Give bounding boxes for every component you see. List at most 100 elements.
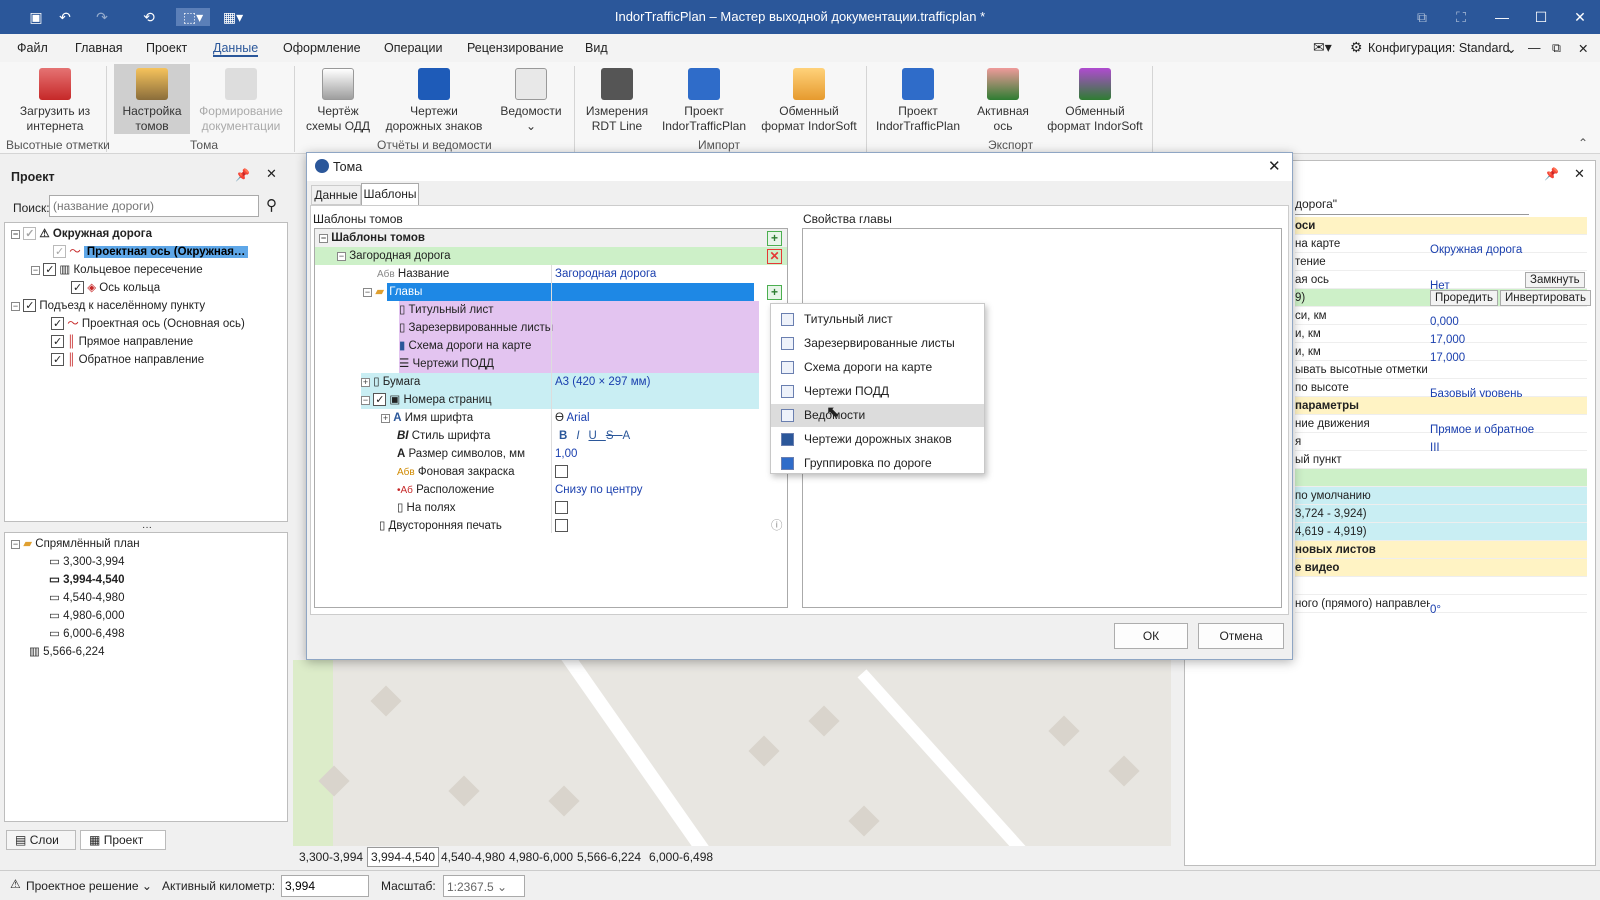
menu-item-group-by-road[interactable]: Группировка по дороге xyxy=(771,452,984,475)
tree-item-forward[interactable]: ║ Прямое направление xyxy=(51,333,281,351)
menu-item-title-page[interactable]: Титульный лист xyxy=(771,308,984,331)
statements-button[interactable]: Ведомости ⌄ xyxy=(492,64,570,134)
doc-minimize-icon[interactable]: — xyxy=(1528,41,1541,55)
menu-data[interactable]: Данные xyxy=(213,41,259,57)
property-row[interactable]: новых листов xyxy=(1295,541,1587,559)
close-icon[interactable]: ✕ xyxy=(1571,8,1589,26)
menu-view[interactable]: Вид xyxy=(585,41,608,55)
load-from-internet-button[interactable]: Загрузить из интернета xyxy=(14,64,96,134)
page-numbers-row[interactable]: − ▣ Номера страниц xyxy=(361,391,759,409)
property-row[interactable]: тение xyxy=(1295,253,1587,271)
chapter-item[interactable]: ☰ Чертежи ПОДД xyxy=(399,355,759,373)
tree-item-ring-axis[interactable]: ◈ Ось кольца xyxy=(71,279,281,297)
ok-button[interactable]: ОК xyxy=(1114,623,1188,649)
pin-icon[interactable]: 📌 xyxy=(235,168,250,182)
property-row[interactable]: 3,724 - 3,924) xyxy=(1295,505,1587,523)
import-project-button[interactable]: Проект IndorTrafficPlan xyxy=(658,64,750,134)
property-row[interactable]: ая ось Нет Замкнуть xyxy=(1295,271,1587,292)
property-row[interactable]: по умолчанию xyxy=(1295,487,1587,505)
font-name-value[interactable]: Ɵ Arial xyxy=(555,409,590,427)
map-view[interactable] xyxy=(293,660,1171,846)
create-documentation-button[interactable]: Формирование документации xyxy=(196,64,286,134)
font-size-value[interactable]: 1,00 xyxy=(555,445,577,463)
menu-item-podd-drawings[interactable]: Чертежи ПОДД xyxy=(771,380,984,403)
binoculars-icon[interactable]: ⚲ xyxy=(266,196,277,214)
property-row[interactable]: параметры xyxy=(1295,397,1587,415)
font-name-row[interactable]: + A Имя шрифта xyxy=(381,409,473,427)
menu-item-statements[interactable]: Ведомости xyxy=(771,404,984,427)
tab-data[interactable]: Данные xyxy=(311,185,361,205)
menu-item-reserved-sheets[interactable]: Зарезервированные листы xyxy=(771,332,984,355)
margins-checkbox[interactable] xyxy=(555,499,568,517)
chapter-item[interactable]: ▮ Схема дороги на карте xyxy=(399,337,759,355)
paper-value[interactable]: А3 (420 × 297 мм) xyxy=(555,373,650,391)
close-icon[interactable]: ✕ xyxy=(1574,166,1585,182)
tree-item-roundabout[interactable]: − ▥ Кольцевое пересечение xyxy=(31,261,281,279)
chapter-item[interactable]: ▯ Зарезервированные листы xyxy=(399,319,759,337)
font-style-buttons[interactable]: BIUSA xyxy=(559,427,639,445)
property-row[interactable]: си, км 0,000 xyxy=(1295,307,1587,328)
gear-icon[interactable]: ⚙ xyxy=(1350,39,1363,56)
property-row[interactable]: и, км 17,000 xyxy=(1295,343,1587,364)
property-row[interactable]: 4,619 - 4,919) xyxy=(1295,523,1587,541)
map-tab[interactable]: 4,980-6,000 xyxy=(509,850,573,864)
search-input[interactable] xyxy=(49,195,259,217)
active-km-input[interactable] xyxy=(281,875,369,897)
plan-item[interactable]: ▭ 3,994-4,540 xyxy=(49,571,124,589)
cancel-button[interactable]: Отмена xyxy=(1198,623,1284,649)
tree-road-template[interactable]: − Загородная дорога xyxy=(315,247,787,265)
property-row[interactable]: ние движения Прямое и обратное xyxy=(1295,415,1587,436)
restore-icon[interactable]: ⧉ xyxy=(1413,8,1431,26)
doc-restore-icon[interactable]: ⧉ xyxy=(1552,41,1561,56)
property-row[interactable]: е видео xyxy=(1295,559,1587,577)
chapter-item[interactable]: ▯ Титульный лист xyxy=(399,301,759,319)
tree-item-access-road[interactable]: − Подъезд к населённому пункту xyxy=(11,297,281,315)
tree-chapters[interactable]: − ▰ Главы xyxy=(363,283,787,301)
mail-icon[interactable]: ✉▾ xyxy=(1313,39,1332,56)
menu-home[interactable]: Главная xyxy=(75,41,123,55)
background-fill-checkbox[interactable] xyxy=(555,463,568,481)
tree-item-main-axis[interactable]: 〜 Проектная ось (Основная ось) xyxy=(51,315,281,333)
tab-layers[interactable]: ▤ Слои xyxy=(6,830,76,850)
minimize-icon[interactable]: — xyxy=(1493,8,1511,26)
property-row[interactable]: оси xyxy=(1295,217,1587,235)
font-size-row[interactable]: A Размер символов, мм xyxy=(397,445,525,463)
map-tab[interactable]: 3,300-3,994 xyxy=(299,850,363,864)
export-project-button[interactable]: Проект IndorTrafficPlan xyxy=(872,64,964,134)
property-row[interactable]: ый пункт xyxy=(1295,451,1587,469)
position-value[interactable]: Снизу по центру xyxy=(555,481,642,499)
property-row[interactable]: и, км 17,000 xyxy=(1295,325,1587,346)
property-row[interactable]: ывать высотные отметки xyxy=(1295,361,1587,379)
property-row[interactable]: по высоте Базовый уровень xyxy=(1295,379,1587,400)
font-style-row[interactable]: BI Стиль шрифта xyxy=(397,427,490,445)
map-tab[interactable]: 4,540-4,980 xyxy=(441,850,505,864)
plan-item[interactable]: ▥ 5,566-6,224 xyxy=(29,643,104,661)
tab-templates[interactable]: Шаблоны xyxy=(361,183,419,205)
pin-icon[interactable]: 📌 xyxy=(1544,167,1559,181)
scale-select[interactable]: 1:2367.5 ⌄ xyxy=(443,875,525,897)
menu-file[interactable]: Файл xyxy=(17,41,48,55)
duplex-row[interactable]: ▯ Двусторонняя печать xyxy=(379,517,502,535)
plan-item[interactable]: ▭ 4,540-4,980 xyxy=(49,589,124,607)
name-value[interactable]: Загородная дорога xyxy=(555,265,656,283)
property-action-button[interactable]: Замкнуть xyxy=(1525,272,1585,288)
volume-settings-button[interactable]: Настройка томов xyxy=(114,64,190,134)
background-fill-row[interactable]: Абв Фоновая закраска xyxy=(397,463,515,481)
map-tab[interactable]: 6,000-6,498 xyxy=(649,850,713,864)
plan-item[interactable]: ▭ 6,000-6,498 xyxy=(49,625,124,643)
info-icon[interactable]: ⓘ xyxy=(771,517,783,535)
add-chapter-button[interactable]: + xyxy=(767,285,782,300)
tree-item-road[interactable]: − ⚠ Окружная дорога xyxy=(11,225,287,243)
doc-close-icon[interactable]: ✕ xyxy=(1578,41,1588,56)
chevron-down-icon[interactable]: ⌄ xyxy=(1506,41,1516,56)
menu-item-road-signs[interactable]: Чертежи дорожных знаков xyxy=(771,428,984,451)
odd-scheme-button[interactable]: Чертёж схемы ОДД xyxy=(302,64,374,134)
property-action-button[interactable]: Инвертировать xyxy=(1500,290,1591,306)
tree-root[interactable]: − Шаблоны томов xyxy=(315,229,787,247)
property-row[interactable]: на карте Окружная дорога xyxy=(1295,235,1587,256)
tab-project[interactable]: ▦ Проект xyxy=(80,830,166,850)
map-tab[interactable]: 5,566-6,224 xyxy=(577,850,641,864)
add-template-button[interactable]: + xyxy=(767,231,782,246)
property-row[interactable]: 9) Проредить Инвертировать xyxy=(1295,289,1591,307)
tree-item-backward[interactable]: ║ Обратное направление xyxy=(51,351,281,369)
